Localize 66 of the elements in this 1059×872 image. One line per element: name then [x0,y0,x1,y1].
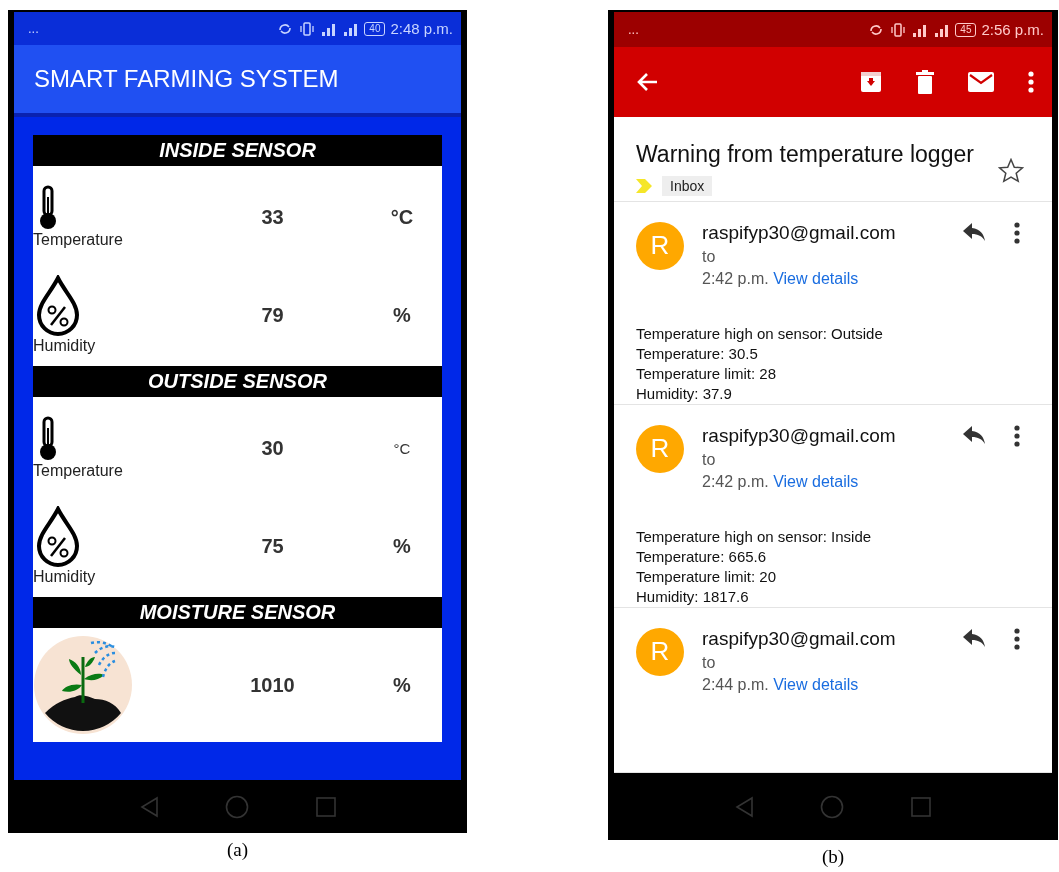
sender-email: raspifyp30@gmail.com [702,221,897,244]
reading-unit: °C [389,205,415,229]
reading-unit: % [392,534,412,558]
reading-label: Humidity [33,568,96,585]
sensor-header: OUTSIDE SENSOR [33,366,442,397]
battery-level: 40 [364,21,386,36]
message-time: 2:42 p.m. [702,472,769,490]
figure-caption: (a) [226,839,249,861]
message-line: Temperature limit: 20 [636,566,778,587]
message-line: Temperature: 30.5 [636,343,759,364]
recipient-line: to [702,247,717,266]
reading-value: 33 [260,205,285,229]
figure-caption: (b) [821,846,845,868]
back-arrow-icon[interactable] [636,72,658,92]
message-time: 2:42 p.m. [702,269,769,287]
message-line: Temperature high on sensor: Inside [636,526,873,547]
reply-icon[interactable] [962,424,986,445]
status-time: 2:56 p.m. [981,21,1044,38]
message-time: 2:44 p.m. [702,675,769,693]
more-icon[interactable] [1014,627,1020,650]
vibrate-icon [299,20,316,37]
sender-email: raspifyp30@gmail.com [702,424,897,447]
reading-value: 75 [260,534,285,558]
view-details-link[interactable]: View details [773,472,859,490]
more-icon[interactable] [1028,71,1034,93]
mail-icon[interactable] [968,72,994,92]
reading-value: 79 [260,303,285,327]
more-icon[interactable] [1014,221,1020,244]
app-title-bar: SMART FARMING SYSTEM [14,45,461,117]
reading-unit: °C [392,439,412,457]
reading-value: 1010 [249,673,296,697]
reply-icon[interactable] [962,221,986,242]
reading-unit: % [392,303,412,327]
reading-label: Temperature [33,462,123,479]
reading-value: 30 [260,436,285,460]
notification-dots: ... [28,21,40,36]
recipient-line: to [702,653,717,672]
importance-marker-icon [636,179,652,193]
reading-label: Humidity [33,337,96,354]
sender-email: raspifyp30@gmail.com [702,627,897,650]
message-line: Humidity: 1817.6 [636,586,750,607]
reading-label: Temperature [33,231,123,248]
vibrate-icon [890,21,907,38]
reply-icon[interactable] [962,627,986,648]
sensor-header: MOISTURE SENSOR [33,597,442,628]
message-line: Temperature: 665.6 [636,546,768,567]
more-icon[interactable] [1014,424,1020,447]
email-subject: Warning from temperature logger [636,141,975,168]
sensor-header: INSIDE SENSOR [33,135,442,166]
message-line: Temperature high on sensor: Outside [636,323,884,344]
archive-icon[interactable] [860,71,882,93]
delete-icon[interactable] [916,70,934,94]
view-details-link[interactable]: View details [773,269,859,287]
message-line: Temperature limit: 28 [636,363,778,384]
inbox-label: Inbox [662,176,713,196]
star-icon[interactable] [998,157,1024,184]
battery-level: 45 [955,22,977,37]
sender-avatar: R [636,424,684,473]
status-time: 2:48 p.m. [390,20,453,37]
view-details-link[interactable]: View details [773,675,859,693]
reading-unit: % [392,673,412,697]
sender-avatar: R [636,221,684,270]
sender-avatar: R [636,627,684,676]
notification-dots: ... [628,22,640,37]
message-line: Humidity: 37.9 [636,383,733,404]
recipient-line: to [702,450,717,469]
